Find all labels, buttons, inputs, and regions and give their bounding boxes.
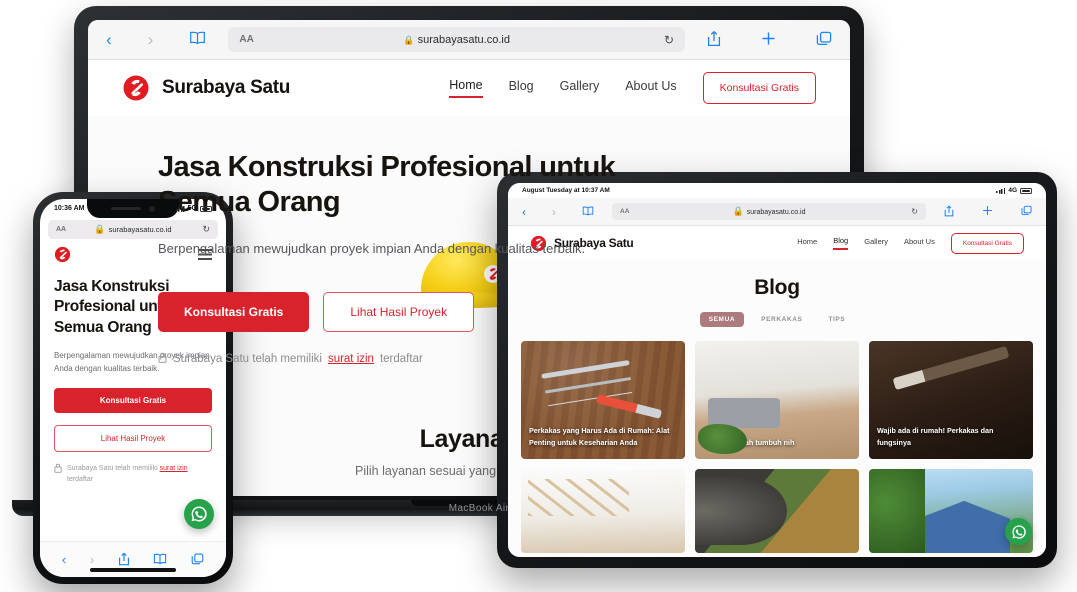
note-prefix-text: Surabaya Satu telah memiliki: [67, 464, 158, 472]
primary-nav: Home Blog Gallery About Us Konsultasi Gr…: [449, 72, 816, 104]
phone-status-time: 10:36 AM: [54, 205, 85, 212]
hero-button-group: Konsultasi Gratis Lihat Hasil Proyek: [158, 292, 790, 333]
battery-icon: [1020, 187, 1032, 194]
network-type-label: 5G: [187, 205, 197, 212]
show-tabs-icon[interactable]: [191, 553, 204, 567]
brand-logo-group[interactable]: Surabaya Satu: [122, 74, 290, 102]
blog-card-caption: Konsep rumah tumbuh nih: [703, 438, 795, 448]
surat-izin-link[interactable]: surat izin: [160, 465, 188, 472]
nav-item-about-us[interactable]: About Us: [904, 237, 935, 249]
show-tabs-icon[interactable]: [1021, 205, 1032, 218]
home-indicator: [90, 568, 176, 572]
whatsapp-float-button[interactable]: [1005, 518, 1032, 545]
browser-nav-group: ‹ ›: [106, 31, 206, 48]
note-suffix-text: terdaftar: [67, 476, 94, 484]
bookmarks-book-icon[interactable]: [153, 553, 167, 567]
phone-status-indicators: 5G: [175, 205, 212, 212]
forward-icon[interactable]: ›: [148, 31, 154, 48]
battery-icon: [200, 205, 212, 212]
konsultasi-gratis-button[interactable]: Konsultasi Gratis: [950, 232, 1024, 254]
note-lock-icon: [54, 463, 62, 485]
phone-primary-button[interactable]: Konsultasi Gratis: [54, 387, 212, 413]
blog-card-caption: Wajib ada di rumah! Perkakas dan fungsin…: [877, 425, 994, 448]
show-tabs-icon[interactable]: [816, 31, 832, 49]
signal-bars-icon: [175, 205, 185, 212]
brand-name-text: Surabaya Satu: [162, 77, 291, 98]
share-icon[interactable]: [707, 30, 721, 50]
tablet-status-indicators: 4G: [996, 187, 1032, 194]
new-tab-plus-icon[interactable]: [982, 205, 993, 218]
note-lock-icon: [158, 352, 167, 366]
surabaya-satu-logo-icon[interactable]: [54, 246, 71, 263]
phone-secondary-button[interactable]: Lihat Hasil Proyek: [54, 424, 212, 452]
reader-book-icon[interactable]: [189, 31, 206, 48]
blog-card[interactable]: Wajib ada di rumah! Perkakas dan fungsin…: [869, 341, 1033, 459]
share-icon[interactable]: [944, 205, 954, 219]
hero-heading: Jasa Konstruksi Profesional untuk Semua …: [158, 151, 616, 219]
nav-item-blog[interactable]: Blog: [509, 79, 534, 97]
hero-subheading: Berpengalaman mewujudkan proyek impian A…: [158, 240, 586, 256]
address-bar[interactable]: AA 🔒 surabayasatu.co.id ↻: [228, 27, 685, 52]
hero-primary-button[interactable]: Konsultasi Gratis: [158, 292, 310, 333]
blog-card[interactable]: [695, 469, 859, 553]
phone-status-bar: 10:36 AM 5G: [40, 199, 226, 218]
new-tab-plus-icon[interactable]: [761, 31, 776, 49]
forward-icon[interactable]: ›: [90, 553, 94, 566]
blog-card-caption: Perkakas yang Harus Ada di Rumah: Alat P…: [529, 425, 670, 448]
back-icon[interactable]: ‹: [62, 553, 66, 566]
blog-card[interactable]: [521, 469, 685, 553]
blog-card-caption: [695, 536, 859, 553]
site-header: Surabaya Satu Home Blog Gallery About Us…: [88, 60, 850, 116]
tablet-actions-group: [944, 205, 1032, 219]
nav-item-gallery[interactable]: Gallery: [560, 79, 600, 97]
signal-bars-icon: [996, 187, 1006, 194]
surat-izin-link[interactable]: surat izin: [328, 353, 374, 365]
device-mockup-scene: ‹ › AA 🔒 surabayasatu.co.id ↻ Surabaya S…: [0, 0, 1077, 592]
phone-license-note: Surabaya Satu telah memiliki surat izin …: [54, 463, 212, 485]
laptop-browser-toolbar: ‹ › AA 🔒 surabayasatu.co.id ↻: [88, 20, 850, 60]
hero-content: Jasa Konstruksi Profesional untuk Semua …: [88, 116, 850, 366]
hero-license-note: Surabaya Satu telah memiliki surat izin …: [158, 352, 790, 366]
back-icon[interactable]: ‹: [106, 31, 112, 48]
note-prefix-text: Surabaya Satu telah memiliki: [173, 353, 322, 366]
phone-note-text: Surabaya Satu telah memiliki surat izin …: [67, 463, 212, 485]
konsultasi-gratis-button[interactable]: Konsultasi Gratis: [702, 72, 816, 104]
nav-item-about-us[interactable]: About Us: [625, 79, 676, 97]
blog-card-caption: [521, 536, 685, 553]
macbook-model-label: MacBook Air: [448, 502, 510, 514]
note-suffix-text: terdaftar: [379, 353, 423, 366]
nav-item-home[interactable]: Home: [449, 78, 483, 98]
url-hostname: surabayasatu.co.id: [417, 33, 510, 46]
network-type-label: 4G: [1008, 187, 1017, 194]
nav-item-gallery[interactable]: Gallery: [864, 237, 888, 249]
share-icon[interactable]: [118, 552, 130, 568]
hero-secondary-button[interactable]: Lihat Hasil Proyek: [323, 292, 475, 333]
browser-actions-group: [707, 30, 832, 50]
lock-icon: 🔒: [403, 34, 415, 45]
surabaya-satu-logo-icon: [122, 74, 150, 102]
whatsapp-float-button[interactable]: [184, 499, 214, 529]
url-text: 🔒 surabayasatu.co.id: [228, 34, 685, 46]
